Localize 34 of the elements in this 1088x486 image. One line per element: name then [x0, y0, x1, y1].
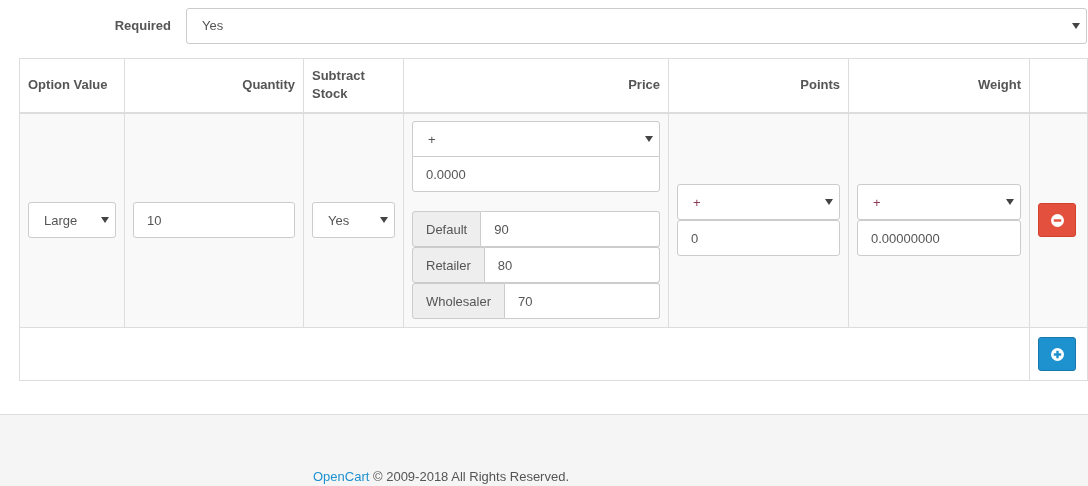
remove-button[interactable]	[1038, 203, 1076, 238]
column-header: Quantity	[242, 77, 295, 93]
input-field[interactable]: 90	[481, 211, 660, 248]
input-field[interactable]: 0	[677, 220, 840, 257]
select-field[interactable]: +	[412, 121, 660, 158]
minus-circle-icon	[1050, 213, 1064, 227]
input-field[interactable]: 80	[484, 247, 660, 284]
plus-circle-icon	[1050, 347, 1064, 361]
input-addon: Wholesaler	[412, 283, 506, 320]
column-header: Weight	[977, 77, 1021, 93]
select-field[interactable]: +	[857, 184, 1021, 221]
caret-icon	[825, 199, 833, 206]
caret-icon	[380, 217, 388, 224]
column-header: Option Value	[28, 77, 108, 93]
caret-icon	[645, 136, 653, 143]
input-field[interactable]: 0.00000000	[857, 220, 1021, 257]
input-addon: Default	[412, 211, 482, 248]
input-field[interactable]: 70	[505, 283, 660, 320]
footer-text: OpenCart © 2009-2018 All Rights Reserved.	[313, 469, 569, 484]
input-addon: Retailer	[412, 247, 485, 284]
caret-icon	[101, 217, 109, 224]
column-header: Points	[800, 77, 840, 93]
caret-icon	[1006, 199, 1014, 206]
input-field[interactable]: 0.0000	[412, 156, 660, 193]
select-field[interactable]: Large	[28, 202, 116, 239]
select-field[interactable]: +	[677, 184, 840, 221]
add-button[interactable]	[1038, 337, 1076, 371]
field-label: Required	[114, 16, 171, 35]
caret-icon	[1072, 22, 1080, 29]
column-header: Price	[628, 77, 660, 93]
select-field[interactable]: Yes	[186, 7, 1087, 44]
column-header: Subtract Stock	[312, 68, 365, 102]
input-field[interactable]: 10	[133, 202, 295, 239]
select-field[interactable]: Yes	[312, 202, 395, 239]
